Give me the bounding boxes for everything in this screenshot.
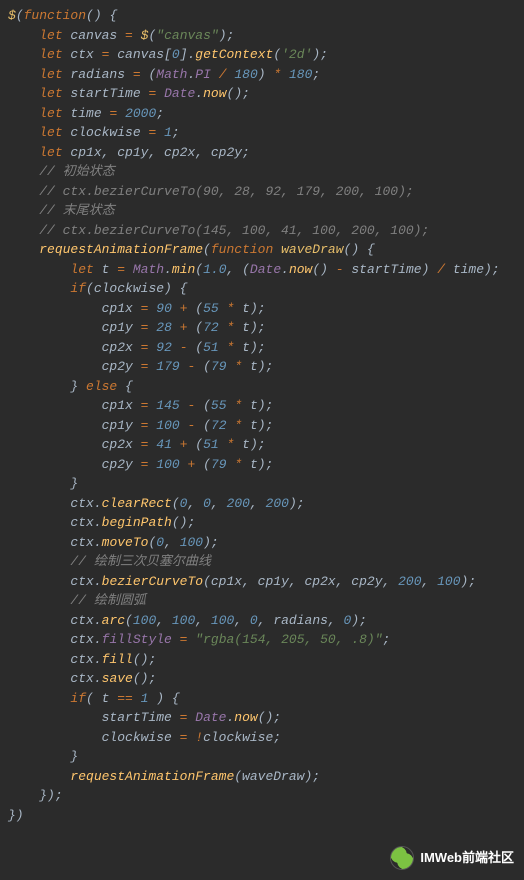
code-line: cp1x = 145 - (55 * t);	[8, 396, 516, 416]
code-line: // 末尾状态	[8, 201, 516, 221]
code-line: $(function() {	[8, 6, 516, 26]
wechat-icon	[390, 846, 414, 870]
code-line: ctx.save();	[8, 669, 516, 689]
code-line: }	[8, 747, 516, 767]
code-line: cp1y = 100 - (72 * t);	[8, 416, 516, 436]
code-line: ctx.moveTo(0, 100);	[8, 533, 516, 553]
code-line: });	[8, 786, 516, 806]
code-line: let startTime = Date.now();	[8, 84, 516, 104]
code-line: // ctx.bezierCurveTo(145, 100, 41, 100, …	[8, 221, 516, 241]
code-line: let canvas = $("canvas");	[8, 26, 516, 46]
watermark: IMWeb前端社区	[390, 846, 514, 870]
code-line: requestAnimationFrame(function waveDraw(…	[8, 240, 516, 260]
code-line: ctx.fill();	[8, 650, 516, 670]
code-line: ctx.bezierCurveTo(cp1x, cp1y, cp2x, cp2y…	[8, 572, 516, 592]
code-line: }	[8, 474, 516, 494]
code-line: cp2y = 179 - (79 * t);	[8, 357, 516, 377]
code-line: })	[8, 806, 516, 826]
code-line: requestAnimationFrame(waveDraw);	[8, 767, 516, 787]
code-line: if( t == 1 ) {	[8, 689, 516, 709]
code-line: ctx.arc(100, 100, 100, 0, radians, 0);	[8, 611, 516, 631]
watermark-text: IMWeb前端社区	[420, 848, 514, 868]
code-line: startTime = Date.now();	[8, 708, 516, 728]
code-line: cp2x = 92 - (51 * t);	[8, 338, 516, 358]
code-line: cp1x = 90 + (55 * t);	[8, 299, 516, 319]
code-line: ctx.clearRect(0, 0, 200, 200);	[8, 494, 516, 514]
code-editor: $(function() { let canvas = $("canvas");…	[0, 0, 524, 831]
code-line: clockwise = !clockwise;	[8, 728, 516, 748]
code-line: let t = Math.min(1.0, (Date.now() - star…	[8, 260, 516, 280]
code-line: cp2x = 41 + (51 * t);	[8, 435, 516, 455]
code-line: // ctx.bezierCurveTo(90, 28, 92, 179, 20…	[8, 182, 516, 202]
code-line: // 绘制圆弧	[8, 591, 516, 611]
code-line: cp1y = 28 + (72 * t);	[8, 318, 516, 338]
code-line: if(clockwise) {	[8, 279, 516, 299]
code-line: ctx.beginPath();	[8, 513, 516, 533]
code-line: let clockwise = 1;	[8, 123, 516, 143]
code-line: // 绘制三次贝塞尔曲线	[8, 552, 516, 572]
code-line: cp2y = 100 + (79 * t);	[8, 455, 516, 475]
code-line: let ctx = canvas[0].getContext('2d');	[8, 45, 516, 65]
code-line: // 初始状态	[8, 162, 516, 182]
code-line: let radians = (Math.PI / 180) * 180;	[8, 65, 516, 85]
code-line: let cp1x, cp1y, cp2x, cp2y;	[8, 143, 516, 163]
code-line: } else {	[8, 377, 516, 397]
code-line: ctx.fillStyle = "rgba(154, 205, 50, .8)"…	[8, 630, 516, 650]
code-line: let time = 2000;	[8, 104, 516, 124]
